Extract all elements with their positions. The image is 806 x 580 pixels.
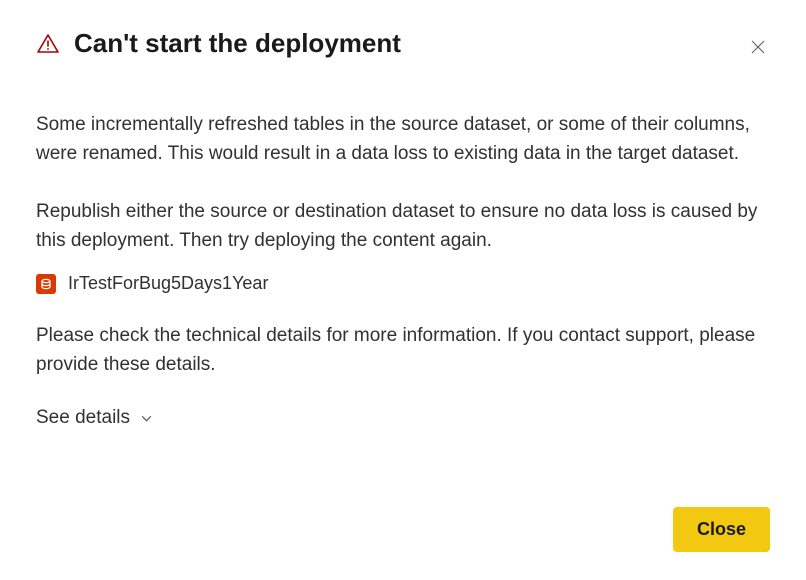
dialog-title: Can't start the deployment <box>74 28 401 59</box>
dialog-paragraph-2: Republish either the source or destinati… <box>36 198 770 255</box>
dialog-paragraph-3: Please check the technical details for m… <box>36 322 770 379</box>
see-details-toggle[interactable]: See details <box>36 407 153 429</box>
close-icon <box>751 40 765 57</box>
see-details-label: See details <box>36 407 130 429</box>
dataset-row: IrTestForBug5Days1Year <box>36 273 770 294</box>
dialog-paragraph-1: Some incrementally refreshed tables in t… <box>36 111 770 168</box>
close-icon-button[interactable] <box>746 36 770 60</box>
chevron-down-icon <box>140 412 153 425</box>
dialog-footer: Close <box>673 507 770 552</box>
close-button[interactable]: Close <box>673 507 770 552</box>
dataset-name: IrTestForBug5Days1Year <box>68 273 268 294</box>
dialog-header: Can't start the deployment <box>36 28 770 59</box>
dataset-icon <box>36 274 56 294</box>
warning-icon <box>36 32 60 56</box>
error-dialog: Can't start the deployment Some incremen… <box>0 0 806 580</box>
